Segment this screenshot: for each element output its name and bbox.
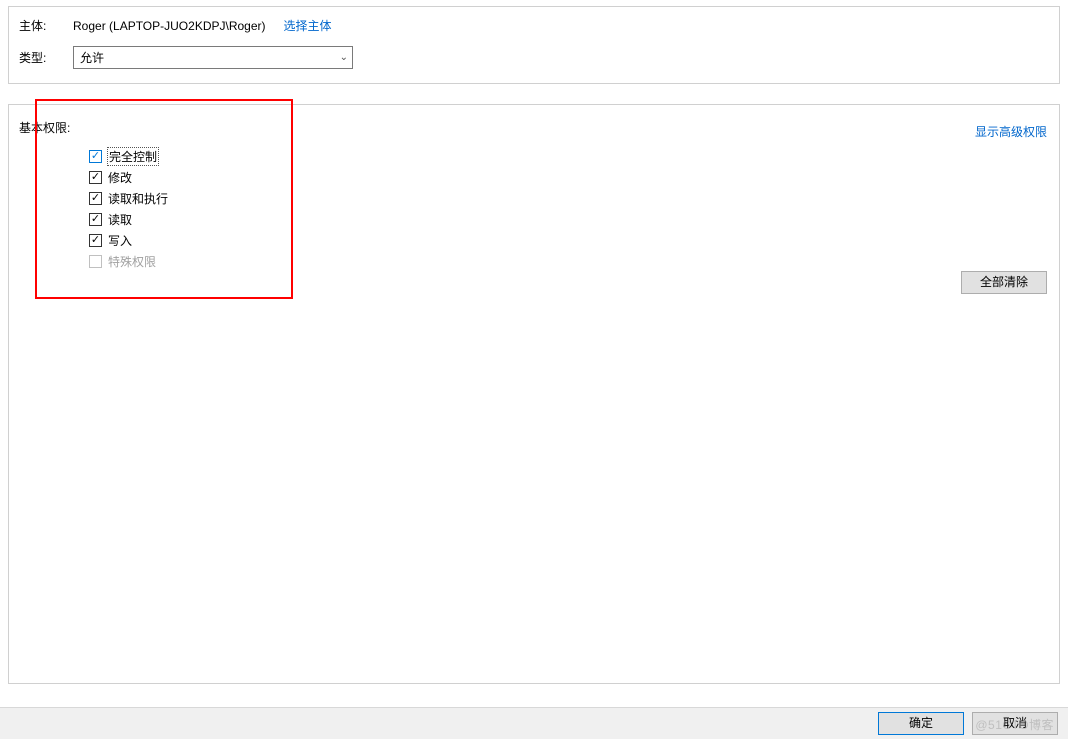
permission-label: 完全控制 (108, 148, 158, 165)
principal-label: 主体: (19, 17, 63, 34)
principal-value: Roger (LAPTOP-JUO2KDPJ\Roger) (73, 19, 266, 33)
permission-checkbox[interactable] (89, 192, 102, 205)
permission-label: 写入 (108, 232, 132, 249)
principal-type-panel: 主体: Roger (LAPTOP-JUO2KDPJ\Roger) 选择主体 类… (8, 6, 1060, 84)
permission-item: 特殊权限 (89, 251, 1049, 272)
permission-label: 特殊权限 (108, 253, 156, 270)
cancel-button[interactable]: 取消 (972, 712, 1058, 735)
permission-item: 写入 (89, 230, 1049, 251)
type-select-value: 允许 (80, 49, 104, 66)
show-advanced-permissions-link[interactable]: 显示高级权限 (975, 123, 1047, 140)
permission-checkbox[interactable] (89, 213, 102, 226)
permission-label: 修改 (108, 169, 132, 186)
permission-checkbox (89, 255, 102, 268)
permission-checkbox[interactable] (89, 234, 102, 247)
ok-button[interactable]: 确定 (878, 712, 964, 735)
chevron-down-icon: ⌄ (340, 52, 348, 63)
permission-label: 读取 (108, 211, 132, 228)
type-select[interactable]: 允许 ⌄ (73, 46, 353, 69)
permission-checkbox[interactable] (89, 171, 102, 184)
permissions-list: 完全控制修改读取和执行读取写入特殊权限 (89, 146, 1049, 272)
permissions-panel: 基本权限: 显示高级权限 完全控制修改读取和执行读取写入特殊权限 全部清除 (8, 104, 1060, 684)
dialog-footer: 确定 取消 (0, 707, 1068, 739)
type-label: 类型: (19, 49, 63, 66)
permission-checkbox[interactable] (89, 150, 102, 163)
clear-all-button[interactable]: 全部清除 (961, 271, 1047, 294)
select-principal-link[interactable]: 选择主体 (284, 17, 332, 34)
principal-row: 主体: Roger (LAPTOP-JUO2KDPJ\Roger) 选择主体 (19, 17, 1049, 34)
type-row: 类型: 允许 ⌄ (19, 46, 1049, 69)
permission-item: 读取和执行 (89, 188, 1049, 209)
permission-item: 读取 (89, 209, 1049, 230)
basic-permissions-label: 基本权限: (19, 119, 1049, 136)
permission-item: 修改 (89, 167, 1049, 188)
permission-label: 读取和执行 (108, 190, 168, 207)
permission-item: 完全控制 (89, 146, 1049, 167)
